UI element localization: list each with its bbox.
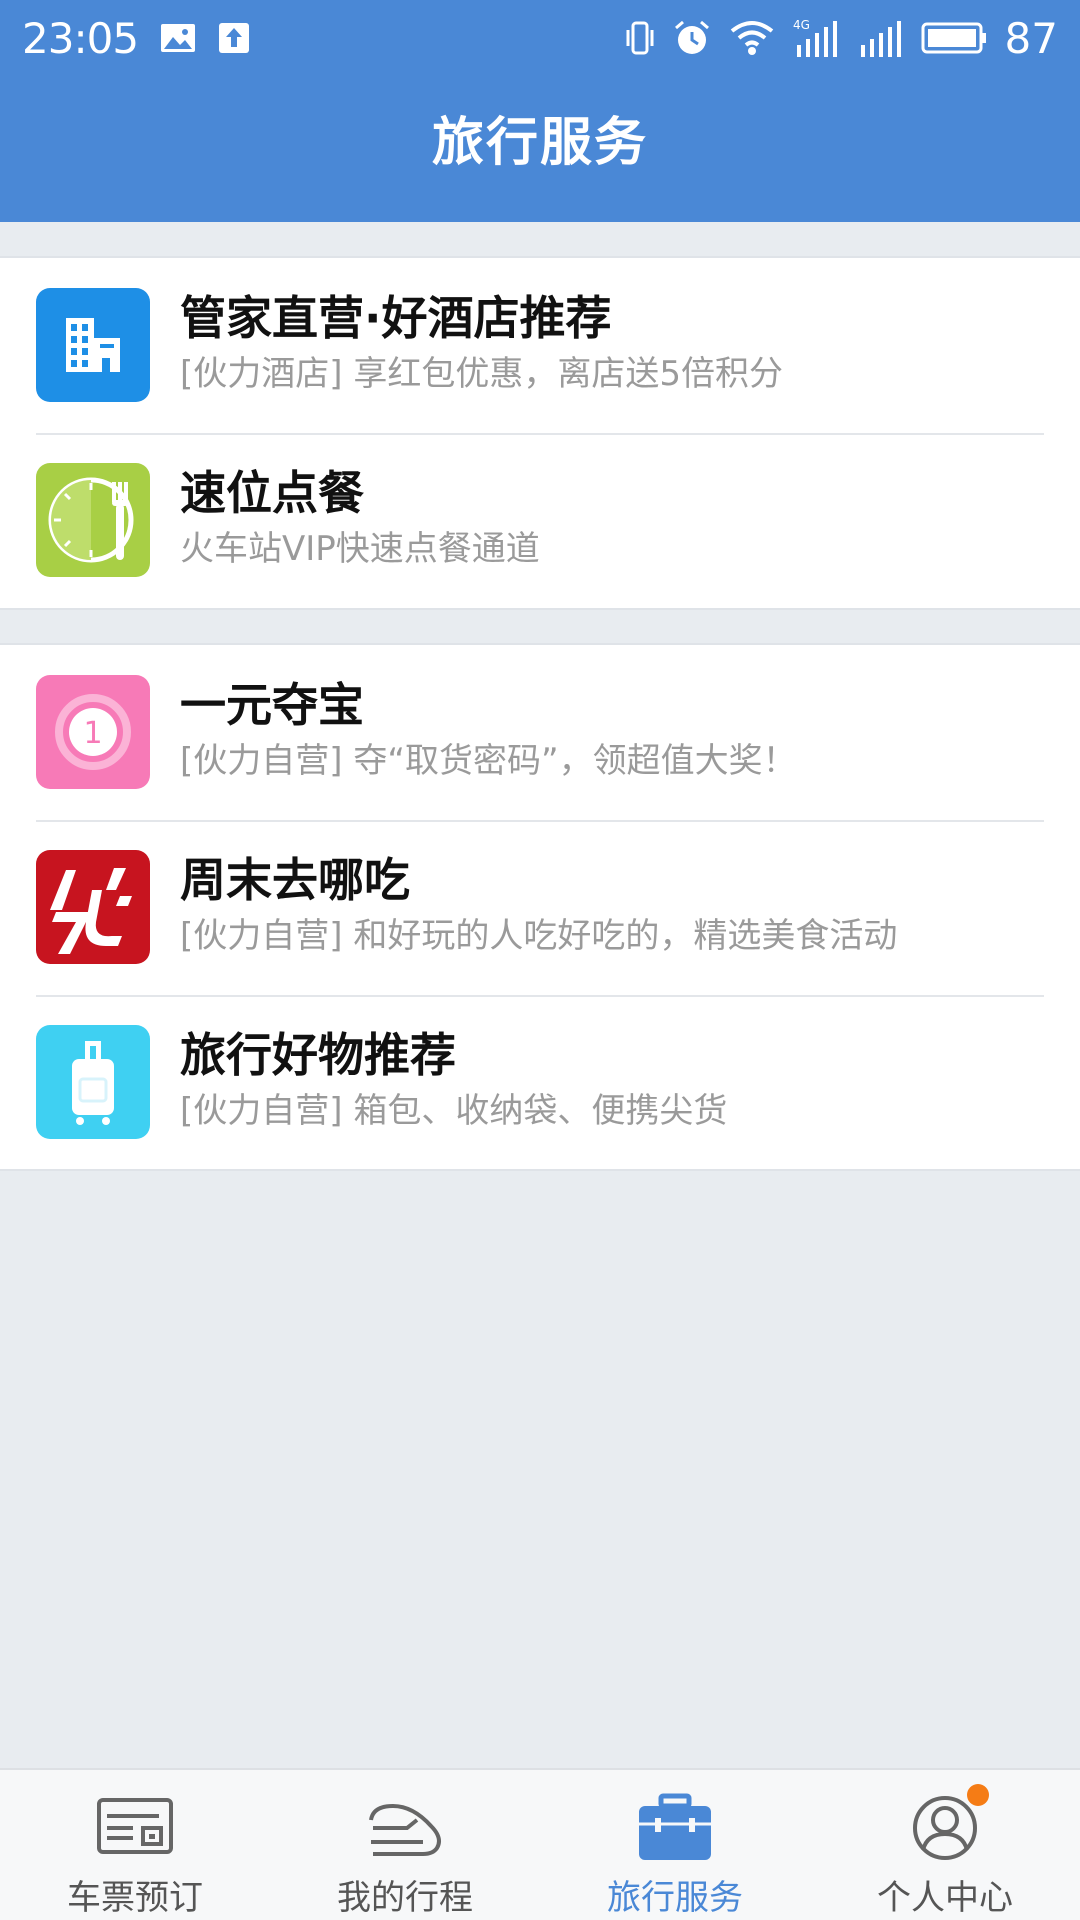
service-item-food-order[interactable]: 速位点餐 火车站VIP快速点餐通道 xyxy=(0,433,1080,608)
service-item-hotel[interactable]: 管家直营·好酒店推荐 [伙力酒店] 享红包优惠，离店送5倍积分 xyxy=(0,258,1080,433)
service-title: 周末去哪吃 xyxy=(180,853,410,907)
service-title: 旅行好物推荐 xyxy=(180,1028,456,1082)
nav-label: 我的行程 xyxy=(337,1878,473,1918)
briefcase-icon xyxy=(639,1793,711,1860)
bottom-nav: 车票预订 我的行程 旅行服务 个人中心 xyxy=(0,1768,1080,1920)
train-icon xyxy=(369,1803,441,1856)
ticket-icon xyxy=(97,1798,173,1854)
service-subtitle: [伙力酒店] 享红包优惠，离店送5倍积分 xyxy=(180,354,783,394)
service-title: 管家直营·好酒店推荐 xyxy=(180,291,612,345)
service-title: 一元夺宝 xyxy=(180,678,364,732)
eat-logo-icon xyxy=(36,850,150,964)
signal-icon xyxy=(857,17,903,59)
upload-icon xyxy=(218,22,250,54)
vibrate-icon xyxy=(625,21,655,55)
service-item-travel-goods[interactable]: 旅行好物推荐 [伙力自营] 箱包、收纳袋、便携尖货 xyxy=(0,995,1080,1170)
travel-services-screen: 23:05 4G 87 旅行服务 管家直营·好酒店推荐 [伙力酒店] 享红包优惠… xyxy=(0,0,1080,1920)
service-subtitle: 火车站VIP快速点餐通道 xyxy=(180,529,540,569)
battery-level: 87 xyxy=(1004,13,1058,63)
signal-4g-icon: 4G xyxy=(793,17,839,59)
status-bar: 23:05 4G 87 xyxy=(0,0,1080,76)
status-time: 23:05 xyxy=(22,13,139,63)
nav-ticket-booking[interactable]: 车票预订 xyxy=(0,1770,270,1920)
svg-text:1: 1 xyxy=(83,716,102,751)
image-icon xyxy=(160,23,196,53)
hotel-building-icon xyxy=(36,288,150,402)
service-subtitle: [伙力自营] 夺“取货密码”，领超值大奖！ xyxy=(180,741,797,781)
nav-my-trips[interactable]: 我的行程 xyxy=(270,1770,540,1920)
battery-icon xyxy=(921,21,987,55)
svg-text:4G: 4G xyxy=(793,18,810,32)
nav-label: 旅行服务 xyxy=(607,1878,743,1918)
wifi-icon xyxy=(729,19,775,57)
header-bar: 23:05 4G 87 旅行服务 xyxy=(0,0,1080,222)
service-item-one-yuan[interactable]: 1 一元夺宝 [伙力自营] 夺“取货密码”，领超值大奖！ xyxy=(0,645,1080,820)
service-subtitle: [伙力自营] 和好玩的人吃好吃的，精选美食活动 xyxy=(180,916,898,956)
service-group-1: 管家直营·好酒店推荐 [伙力酒店] 享红包优惠，离店送5倍积分 速位点餐 火车站… xyxy=(0,256,1080,610)
nav-travel-services[interactable]: 旅行服务 xyxy=(540,1770,810,1920)
notification-badge xyxy=(967,1784,989,1806)
service-subtitle: [伙力自营] 箱包、收纳袋、便携尖货 xyxy=(180,1091,728,1131)
service-group-2: 1 一元夺宝 [伙力自营] 夺“取货密码”，领超值大奖！ 周末去哪吃 [伙力自营… xyxy=(0,643,1080,1171)
page-title: 旅行服务 xyxy=(431,113,648,173)
clock-fork-icon xyxy=(36,463,150,577)
one-coin-icon: 1 xyxy=(36,675,150,789)
nav-label: 个人中心 xyxy=(877,1878,1013,1918)
nav-label: 车票预订 xyxy=(67,1878,203,1918)
service-item-weekend-eat[interactable]: 周末去哪吃 [伙力自营] 和好玩的人吃好吃的，精选美食活动 xyxy=(0,820,1080,995)
service-title: 速位点餐 xyxy=(180,466,364,520)
suitcase-icon xyxy=(36,1025,150,1139)
alarm-icon xyxy=(673,19,711,57)
nav-personal-center[interactable]: 个人中心 xyxy=(810,1770,1080,1920)
